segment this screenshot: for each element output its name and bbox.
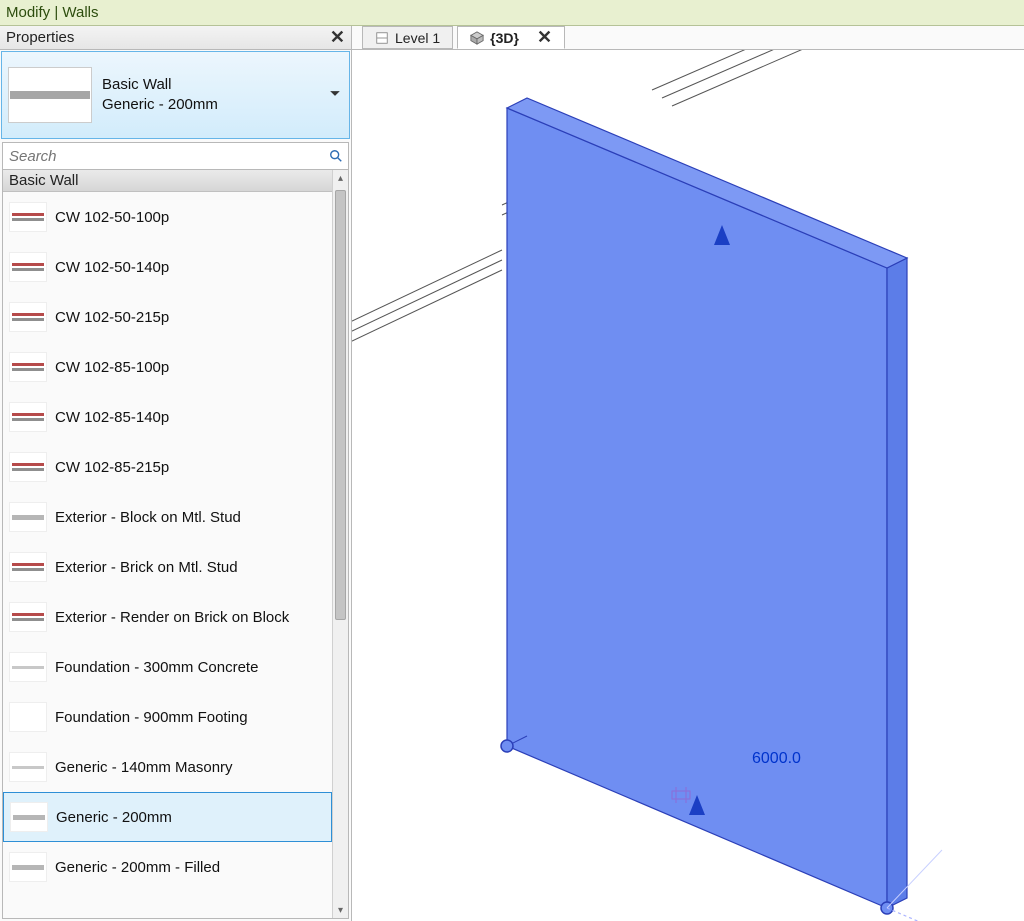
type-list-scrollbar[interactable]: ▴ ▾ bbox=[332, 170, 348, 918]
type-item[interactable]: Generic - 140mm Masonry bbox=[3, 742, 332, 792]
type-item-label: CW 102-50-100p bbox=[55, 209, 169, 226]
ribbon-title-text: Modify | Walls bbox=[6, 4, 99, 21]
type-item[interactable]: Generic - 200mm bbox=[3, 792, 332, 842]
chevron-down-icon bbox=[329, 87, 341, 104]
type-item[interactable]: Foundation - 900mm Footing bbox=[3, 692, 332, 742]
scroll-down-icon[interactable]: ▾ bbox=[333, 902, 348, 918]
type-item[interactable]: CW 102-85-215p bbox=[3, 442, 332, 492]
viewport-svg bbox=[352, 50, 1024, 921]
properties-header: Properties ✕ bbox=[0, 26, 351, 50]
properties-close-button[interactable]: ✕ bbox=[330, 27, 345, 48]
type-item-label: CW 102-85-140p bbox=[55, 409, 169, 426]
properties-panel: Properties ✕ Basic Wall Generic - 200mm bbox=[0, 26, 352, 921]
type-item-label: Foundation - 900mm Footing bbox=[55, 709, 248, 726]
type-item-label: CW 102-85-100p bbox=[55, 359, 169, 376]
view-tab-label: Level 1 bbox=[395, 30, 440, 46]
type-item[interactable]: CW 102-85-140p bbox=[3, 392, 332, 442]
type-item[interactable]: CW 102-50-100p bbox=[3, 192, 332, 242]
dimension-label[interactable]: 6000.0 bbox=[752, 750, 801, 768]
type-item-label: Exterior - Block on Mtl. Stud bbox=[55, 509, 241, 526]
type-item-label: Exterior - Render on Brick on Block bbox=[55, 609, 289, 626]
grip-start[interactable] bbox=[501, 740, 513, 752]
ribbon-title-bar: Modify | Walls bbox=[0, 0, 1024, 26]
type-item[interactable]: CW 102-50-215p bbox=[3, 292, 332, 342]
type-item[interactable]: CW 102-85-100p bbox=[3, 342, 332, 392]
type-selector-family: Basic Wall bbox=[102, 75, 218, 95]
view-tab-label: {3D} bbox=[490, 30, 519, 46]
type-search-row bbox=[2, 142, 349, 170]
type-item-label: Generic - 200mm - Filled bbox=[55, 859, 220, 876]
type-item-label: Foundation - 300mm Concrete bbox=[55, 659, 258, 676]
type-item[interactable]: Exterior - Render on Brick on Block bbox=[3, 592, 332, 642]
type-item-label: Exterior - Brick on Mtl. Stud bbox=[55, 559, 238, 576]
type-item[interactable]: Generic - 200mm - Filled bbox=[3, 842, 332, 892]
type-item-label: Generic - 200mm bbox=[56, 809, 172, 826]
type-item[interactable]: Exterior - Block on Mtl. Stud bbox=[3, 492, 332, 542]
type-item-label: Generic - 140mm Masonry bbox=[55, 759, 233, 776]
type-selector-dropdown[interactable]: Basic Wall Generic - 200mm bbox=[1, 51, 350, 139]
type-item-label: CW 102-85-215p bbox=[55, 459, 169, 476]
view-tab-active[interactable]: {3D} ✕ bbox=[457, 26, 565, 49]
plan-icon bbox=[375, 31, 389, 45]
cube-icon bbox=[470, 31, 484, 45]
view-tabs: Level 1 {3D} ✕ bbox=[352, 26, 1024, 50]
type-list: Basic Wall CW 102-50-100p CW 102-50-140p C… bbox=[3, 170, 332, 918]
viewport-3d[interactable]: 6000.0 bbox=[352, 50, 1024, 921]
type-item-label: CW 102-50-215p bbox=[55, 309, 169, 326]
search-icon[interactable] bbox=[324, 149, 348, 163]
type-item[interactable]: Foundation - 300mm Concrete bbox=[3, 642, 332, 692]
type-item[interactable]: Exterior - Brick on Mtl. Stud bbox=[3, 542, 332, 592]
tab-close-button[interactable]: ✕ bbox=[537, 27, 552, 48]
scroll-up-icon[interactable]: ▴ bbox=[333, 170, 348, 186]
type-selector-swatch bbox=[8, 67, 92, 123]
type-item[interactable]: CW 102-50-140p bbox=[3, 242, 332, 292]
type-group-header: Basic Wall bbox=[3, 170, 332, 192]
type-selector-type: Generic - 200mm bbox=[102, 95, 218, 115]
type-search-input[interactable] bbox=[3, 144, 324, 169]
scroll-thumb[interactable] bbox=[335, 190, 346, 620]
view-tab[interactable]: Level 1 bbox=[362, 26, 453, 49]
properties-title: Properties bbox=[6, 29, 74, 46]
type-item-label: CW 102-50-140p bbox=[55, 259, 169, 276]
